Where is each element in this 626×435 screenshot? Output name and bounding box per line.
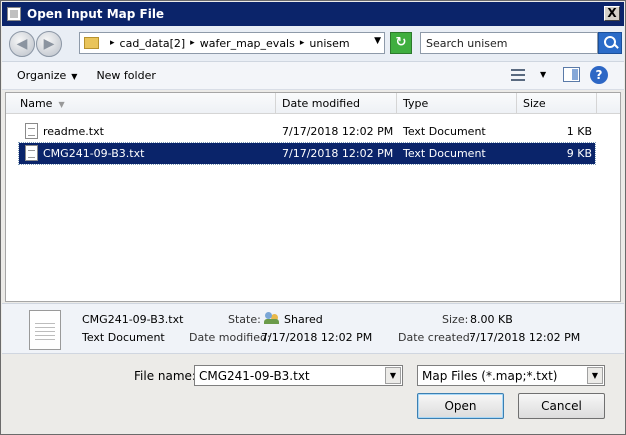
open-file-dialog: Open Input Map File X ◀ ▶ ▸ cad_data[2] … (0, 0, 626, 435)
column-header-type[interactable]: Type (397, 93, 517, 114)
organize-button[interactable]: Organize ▼ (17, 69, 77, 82)
column-header-row: Name ▼ Date modified Type Size (6, 93, 620, 114)
breadcrumb-cad-data[interactable]: cad_data[2] (120, 37, 186, 50)
column-header-name-label: Name (20, 97, 53, 110)
file-list[interactable]: Name ▼ Date modified Type Size readme.txt… (5, 92, 621, 302)
file-row-selected[interactable]: CMG241-09-B3.txt 7/17/2018 12:02 PM Text… (18, 142, 596, 165)
details-file-type: Text Document (82, 331, 165, 344)
breadcrumb-wafer-map-evals[interactable]: wafer_map_evals (200, 37, 295, 50)
breadcrumb-separator[interactable]: ▸ (110, 38, 115, 48)
column-header-date-modified[interactable]: Date modified (276, 93, 397, 114)
refresh-button[interactable]: ↻ (390, 32, 412, 54)
file-date-modified: 7/17/2018 12:02 PM (282, 147, 394, 160)
command-toolbar: Organize ▼ New folder ▼ ? (2, 62, 624, 90)
open-button[interactable]: Open (417, 393, 504, 419)
chevron-down-icon[interactable]: ▼ (374, 36, 381, 46)
chevron-down-icon[interactable]: ▼ (540, 70, 546, 79)
text-file-icon (25, 123, 38, 139)
forward-button[interactable]: ▶ (36, 31, 62, 57)
chevron-down-icon[interactable]: ▼ (385, 367, 401, 384)
file-name-input[interactable]: CMG241-09-B3.txt ▼ (194, 365, 403, 386)
address-bar[interactable]: ▸ cad_data[2] ▸ wafer_map_evals ▸ unisem… (79, 32, 385, 54)
text-file-icon (25, 145, 38, 161)
folder-icon (84, 37, 99, 49)
file-size: 1 KB (566, 125, 592, 138)
chevron-down-icon[interactable]: ▼ (587, 367, 603, 384)
details-file-name: CMG241-09-B3.txt (82, 313, 184, 326)
back-button[interactable]: ◀ (9, 31, 35, 57)
file-type: Text Document (403, 147, 486, 160)
breadcrumb-separator[interactable]: ▸ (190, 38, 195, 48)
title-bar[interactable]: Open Input Map File X (2, 2, 624, 26)
app-icon (7, 7, 21, 21)
details-state-text: Shared (284, 313, 323, 326)
file-size: 9 KB (566, 147, 592, 160)
breadcrumb-unisem[interactable]: unisem (309, 37, 349, 50)
sort-icon: ▼ (58, 100, 65, 109)
breadcrumb-separator[interactable]: ▸ (300, 38, 305, 48)
file-type: Text Document (403, 125, 486, 138)
details-date-created-value: 7/17/2018 12:02 PM (469, 331, 581, 344)
column-header-size[interactable]: Size (517, 93, 597, 114)
window-title: Open Input Map File (27, 7, 165, 21)
details-state-value: Shared (264, 311, 323, 326)
text-file-icon (29, 310, 61, 350)
file-name-input-value: CMG241-09-B3.txt (199, 369, 310, 383)
chevron-down-icon: ▼ (71, 72, 78, 81)
details-date-modified-value: 7/17/2018 12:02 PM (261, 331, 373, 344)
column-header-name[interactable]: Name ▼ (14, 93, 276, 114)
details-pane: CMG241-09-B3.txt Text Document State: Sh… (2, 303, 624, 354)
organize-label: Organize (17, 69, 67, 82)
preview-pane-icon[interactable] (563, 67, 580, 82)
file-name: readme.txt (43, 125, 104, 138)
file-type-filter-value: Map Files (*.map;*.txt) (422, 369, 558, 383)
search-icon[interactable] (598, 32, 622, 54)
view-options-icon[interactable] (511, 69, 525, 81)
help-icon[interactable]: ? (590, 66, 608, 84)
file-name-label: File name: (134, 369, 196, 383)
file-name: CMG241-09-B3.txt (43, 147, 145, 160)
details-size-value: 8.00 KB (470, 313, 513, 326)
cancel-button[interactable]: Cancel (518, 393, 605, 419)
file-row[interactable]: readme.txt 7/17/2018 12:02 PM Text Docum… (19, 121, 595, 142)
close-button[interactable]: X (604, 6, 620, 21)
details-state-label: State: (228, 313, 261, 326)
navigation-bar: ◀ ▶ ▸ cad_data[2] ▸ wafer_map_evals ▸ un… (2, 26, 624, 62)
file-type-filter-select[interactable]: Map Files (*.map;*.txt) ▼ (417, 365, 605, 386)
file-date-modified: 7/17/2018 12:02 PM (282, 125, 394, 138)
new-folder-button[interactable]: New folder (96, 69, 155, 82)
details-size-label: Size: (442, 313, 469, 326)
shared-users-icon (264, 311, 280, 325)
search-input[interactable]: Search unisem (420, 32, 598, 54)
details-date-modified-label: Date modified: (189, 331, 271, 344)
details-date-created-label: Date created: (398, 331, 474, 344)
